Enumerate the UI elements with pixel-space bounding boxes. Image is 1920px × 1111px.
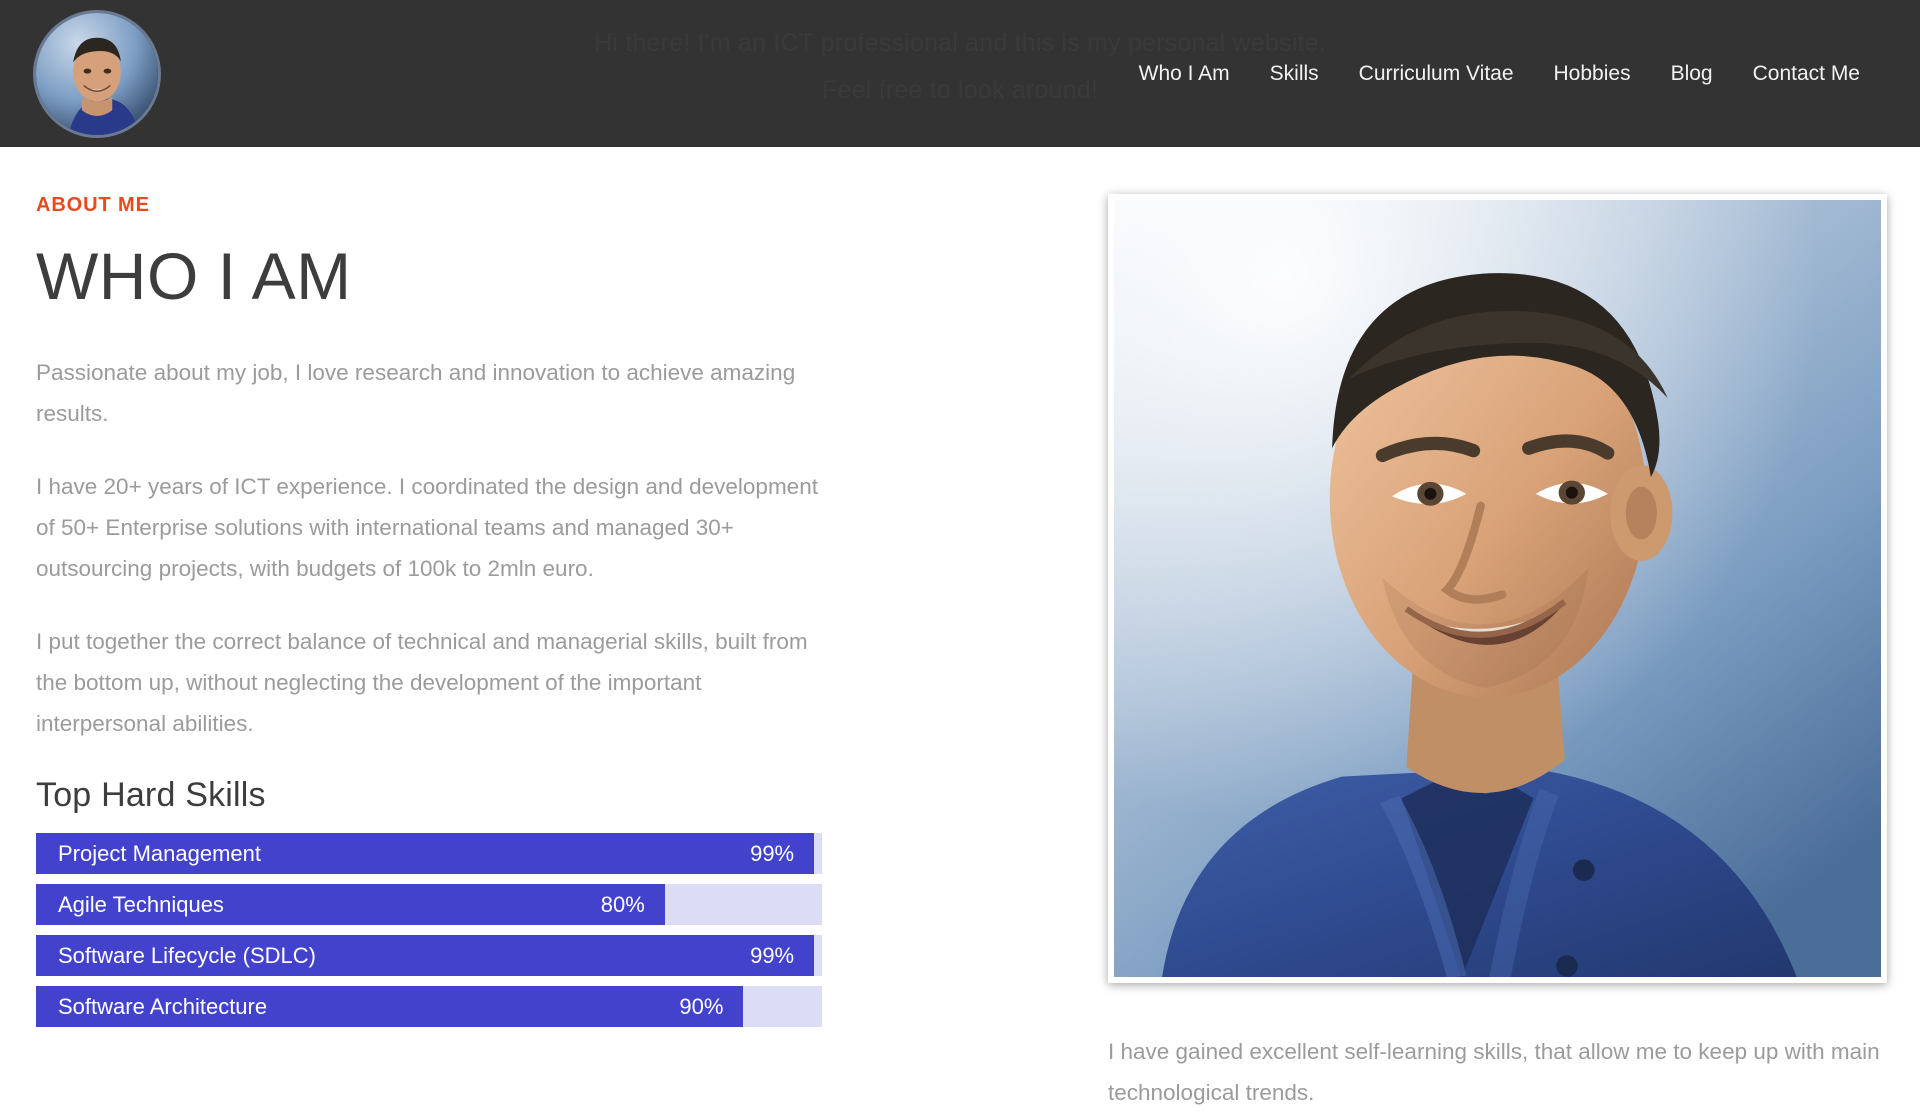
skill-bar-project-management[interactable]: Project Management 99% <box>36 833 822 875</box>
main-nav: Who I Am Skills Curriculum Vitae Hobbies… <box>1119 0 1880 146</box>
avatar-image <box>36 13 158 135</box>
skill-bar-software-architecture[interactable]: Software Architecture 90% <box>36 986 822 1028</box>
skill-label: Software Architecture <box>58 993 268 1019</box>
avatar[interactable] <box>33 10 161 138</box>
nav-item-who-i-am[interactable]: Who I Am <box>1119 0 1250 146</box>
profile-photo-frame <box>1108 194 1887 983</box>
nav-item-curriculum-vitae[interactable]: Curriculum Vitae <box>1339 0 1534 146</box>
nav-item-contact-me[interactable]: Contact Me <box>1733 0 1880 146</box>
nav-item-skills[interactable]: Skills <box>1250 0 1339 146</box>
skill-percent: 90% <box>679 993 724 1019</box>
skill-bar-agile-techniques[interactable]: Agile Techniques 80% <box>36 884 822 926</box>
page-content: ABOUT ME WHO I AM Passionate about my jo… <box>0 147 1920 1111</box>
nav-item-blog[interactable]: Blog <box>1651 0 1733 146</box>
profile-photo-column: I have gained excellent self-learning sk… <box>1108 194 1888 1111</box>
skill-label: Software Lifecycle (SDLC) <box>58 942 316 968</box>
skill-percent: 80% <box>600 891 645 917</box>
skill-percent: 99% <box>750 942 795 968</box>
skills-heading: Top Hard Skills <box>36 776 266 815</box>
photo-caption: I have gained excellent self-learning sk… <box>1108 1039 1880 1105</box>
section-eyebrow: ABOUT ME <box>36 194 150 216</box>
nav-item-hobbies[interactable]: Hobbies <box>1534 0 1651 146</box>
page-title: WHO I AM <box>36 239 352 313</box>
skill-label: Project Management <box>58 840 261 866</box>
skill-fill: Software Lifecycle (SDLC) 99% <box>36 935 815 977</box>
about-section: ABOUT ME WHO I AM Passionate about my jo… <box>36 194 856 1037</box>
skill-fill: Agile Techniques 80% <box>36 884 665 926</box>
about-paragraph-3: I put together the correct balance of te… <box>36 629 808 737</box>
skill-fill: Project Management 99% <box>36 833 815 875</box>
skill-label: Agile Techniques <box>58 891 224 917</box>
skill-bar-software-lifecycle[interactable]: Software Lifecycle (SDLC) 99% <box>36 935 822 977</box>
skill-percent: 99% <box>750 840 795 866</box>
skill-fill: Software Architecture 90% <box>36 986 744 1028</box>
about-paragraph-1: Passionate about my job, I love research… <box>36 360 796 427</box>
site-header: Hi there! I'm an ICT professional and th… <box>0 0 1920 147</box>
skills-list: Project Management 99% Agile Techniques … <box>36 833 822 1028</box>
about-paragraph-2: I have 20+ years of ICT experience. I co… <box>36 474 818 582</box>
profile-photo <box>1114 200 1881 977</box>
